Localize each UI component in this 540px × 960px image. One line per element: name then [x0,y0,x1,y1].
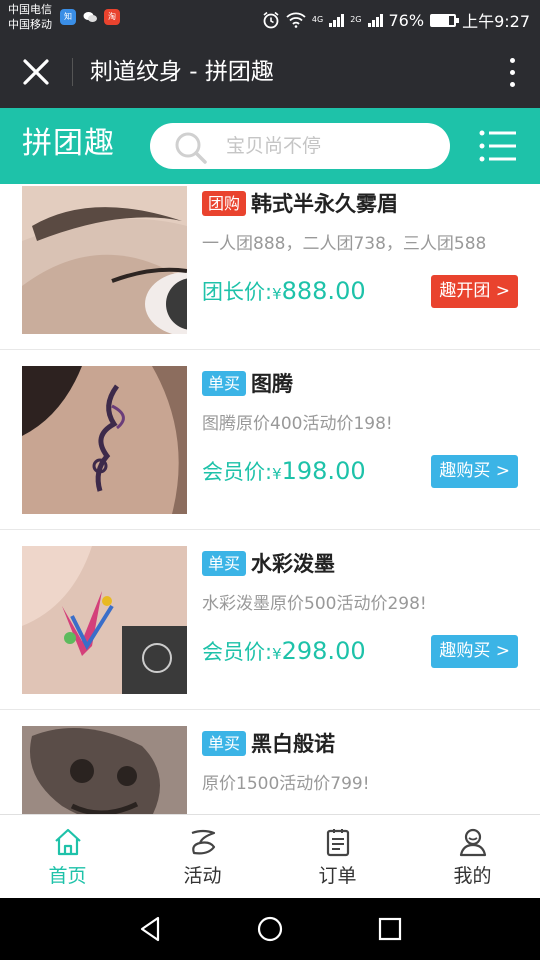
tab-activity[interactable]: 活动 [135,815,270,898]
network-type-1: 4G [312,16,323,24]
product-name[interactable]: 水彩泼墨 [251,548,335,578]
search-icon [175,132,207,164]
start-group-button[interactable]: 趣开团 > [431,275,518,308]
app-header: 拼团趣 [0,108,540,184]
buy-button[interactable]: 趣购买 > [431,455,518,488]
price-label: 会员价: [202,640,273,664]
product-image[interactable] [22,366,187,514]
product-name[interactable]: 黑白般诺 [251,728,335,758]
more-options-button[interactable] [506,54,518,90]
wechat-app-icon [82,9,98,25]
product-name[interactable]: 韩式半永久雾眉 [251,188,398,218]
single-buy-badge: 单买 [202,550,247,576]
product-list[interactable]: 团购 韩式半永久雾眉 一人团888，二人团738，三人团588 团长价:¥888… [0,184,540,814]
alarm-icon [263,11,279,29]
search-bar[interactable] [150,123,450,169]
product-info: 单买 图腾 图腾原价400活动价198! 会员价:¥198.00 趣购买 > [202,368,518,488]
status-right: 4G 2G 76% 上午9:27 [262,8,530,32]
currency-symbol: ¥ [272,645,282,663]
close-icon [23,59,49,85]
tab-label: 我的 [453,865,492,887]
order-icon [326,829,349,857]
product-item[interactable]: 单买 水彩泼墨 水彩泼墨原价500活动价298! 会员价:¥298.00 趣购买… [0,530,540,710]
profile-icon [459,828,486,857]
product-price: 198.00 [281,457,366,485]
tab-label: 订单 [318,865,357,887]
bottom-tab-bar: 首页 活动 订单 我的 [0,814,540,898]
taobao-app-icon: 淘 [104,9,120,25]
back-icon[interactable] [136,914,166,944]
notification-icons: 知 淘 [60,9,120,25]
product-image[interactable] [22,186,187,334]
product-name[interactable]: 图腾 [251,368,293,398]
network-type-2: 2G [350,15,362,24]
currency-symbol: ¥ [272,285,282,303]
tab-profile[interactable]: 我的 [405,815,540,898]
product-item[interactable]: 团购 韩式半永久雾眉 一人团888，二人团738，三人团588 团长价:¥888… [0,184,540,350]
more-dot-icon [509,57,515,63]
product-info: 单买 黑白般诺 原价1500活动价799! [202,728,518,796]
tab-orders[interactable]: 订单 [270,815,405,898]
price-label: 会员价: [202,460,273,484]
activity-icon [191,829,215,855]
wifi-icon [286,12,306,28]
buy-button[interactable]: 趣购买 > [431,635,518,668]
product-info: 团购 韩式半永久雾眉 一人团888，二人团738，三人团588 团长价:¥888… [202,188,518,308]
carrier-info: 中国电信 中国移动 [8,2,52,32]
product-price: 298.00 [281,637,366,665]
product-description: 原价1500活动价799! [202,774,370,794]
system-nav-bar [0,898,540,960]
signal-icon-2 [367,13,383,27]
carrier-1: 中国电信 [8,3,52,16]
title-divider [72,58,73,86]
menu-button[interactable] [478,128,518,164]
page-title: 刺道纹身 - 拼团趣 [90,59,274,85]
tab-label: 活动 [183,865,222,887]
product-info: 单买 水彩泼墨 水彩泼墨原价500活动价298! 会员价:¥298.00 趣购买… [202,548,518,668]
home-icon [54,828,81,856]
more-dot-icon [509,81,515,87]
battery-percent: 76% [388,10,425,30]
signal-icon-1 [329,13,345,27]
app-logo: 拼团趣 [22,126,115,161]
recents-icon[interactable] [375,914,405,944]
product-description: 水彩泼墨原价500活动价298! [202,594,427,614]
product-image[interactable] [22,726,187,814]
price-label: 团长价: [202,280,273,304]
list-menu-icon [479,130,516,162]
battery-icon [430,13,460,27]
tab-home[interactable]: 首页 [0,815,135,898]
product-price: 888.00 [281,277,366,305]
status-bar: 中国电信 中国移动 知 淘 4G 2G 76% 上午9:27 [0,0,540,36]
carrier-2: 中国移动 [8,18,52,31]
product-image[interactable] [22,546,187,694]
net-label-1: 4G [311,15,324,24]
product-description: 图腾原价400活动价198! [202,414,393,434]
currency-symbol: ¥ [272,465,282,483]
zhihu-app-icon: 知 [60,9,76,25]
search-input[interactable] [226,123,436,169]
product-item[interactable]: 单买 图腾 图腾原价400活动价198! 会员价:¥198.00 趣购买 > [0,350,540,530]
title-bar: 刺道纹身 - 拼团趣 [0,36,540,108]
single-buy-badge: 单买 [202,730,247,756]
single-buy-badge: 单买 [202,370,247,396]
close-button[interactable] [18,54,54,90]
home-circle-icon[interactable] [255,914,285,944]
product-item[interactable]: 单买 黑白般诺 原价1500活动价799! [0,710,540,814]
clock: 上午9:27 [462,12,530,31]
group-buy-badge: 团购 [202,190,247,216]
more-dot-icon [509,69,515,75]
tab-label: 首页 [48,865,87,887]
product-description: 一人团888，二人团738，三人团588 [202,234,487,254]
